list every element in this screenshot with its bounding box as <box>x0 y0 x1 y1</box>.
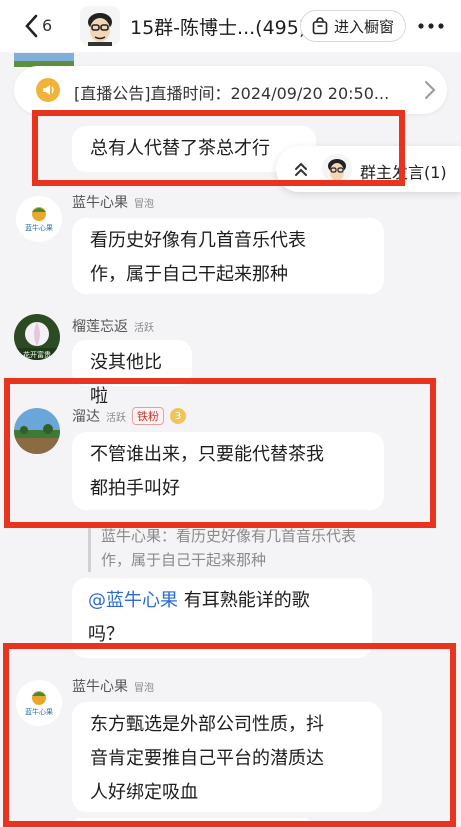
chat-header: 6 15群-陈博士...(495) 进入橱窗 <box>0 0 461 52</box>
sender-name[interactable]: 蓝牛心果 <box>72 192 128 212</box>
bag-icon <box>312 17 328 35</box>
more-button[interactable] <box>414 12 448 40</box>
level-tag: 活跃 <box>134 322 154 334</box>
highlight-box <box>32 110 405 186</box>
shop-window-button[interactable]: 进入橱窗 <box>300 10 406 42</box>
chevron-left-icon <box>25 14 38 38</box>
live-announcement[interactable]: [直播公告]直播时间：2024/09/20 20:50... <box>14 66 447 114</box>
svg-text:花开富贵: 花开富贵 <box>23 350 51 359</box>
message-line: 作，属于自己干起来那种 <box>90 264 288 285</box>
svg-text:蓝牛心果: 蓝牛心果 <box>25 223 53 232</box>
message-bubble[interactable]: 看历史好像有几首音乐代表 作，属于自己干起来那种 <box>72 218 384 294</box>
avatar[interactable]: 花开富贵 <box>14 314 60 360</box>
sender-row: 蓝牛心果 冒泡 <box>72 192 154 212</box>
more-icon <box>418 23 444 29</box>
unread-count: 6 <box>42 16 53 35</box>
message-line: 看历史好像有几首音乐代表 <box>90 230 306 251</box>
group-avatar[interactable] <box>80 6 120 46</box>
shop-window-label: 进入橱窗 <box>333 17 394 36</box>
partial-image <box>14 52 74 67</box>
chevron-right-icon <box>425 81 436 99</box>
group-title: 15群-陈博士...(495) <box>130 17 307 39</box>
announcement-text: [直播公告]直播时间：2024/09/20 20:50... <box>74 84 390 103</box>
quote-line: 作，属于自己干起来那种 <box>101 551 267 569</box>
avatar[interactable]: 蓝牛心果 <box>16 196 62 242</box>
back-button[interactable] <box>20 12 42 40</box>
highlight-box <box>4 378 436 528</box>
sender-row: 榴莲忘返 活跃 <box>72 316 154 336</box>
quoted-message[interactable]: 蓝牛心果：看历史好像有几首音乐代表 作，属于自己干起来那种 <box>88 524 428 572</box>
message-text: 有耳熟能详的歌 <box>178 590 310 611</box>
speaker-icon <box>36 78 60 102</box>
highlight-box <box>3 643 456 827</box>
level-tag: 冒泡 <box>134 198 154 210</box>
mention-link[interactable]: @蓝牛心果 <box>88 590 178 611</box>
sender-name[interactable]: 榴莲忘返 <box>72 316 128 336</box>
